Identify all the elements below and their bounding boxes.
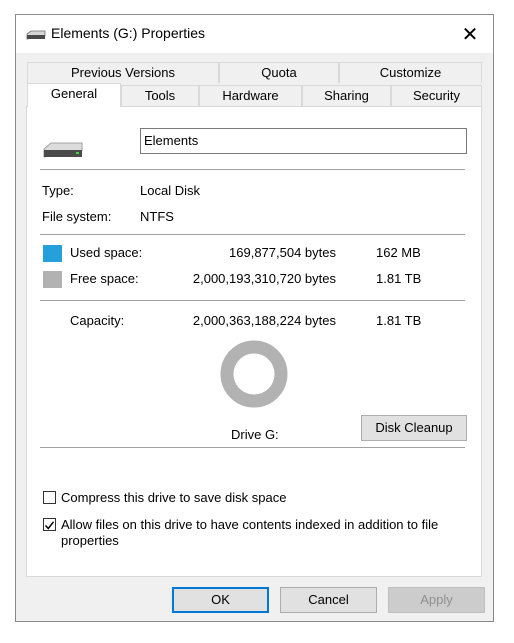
cancel-button[interactable]: Cancel xyxy=(280,587,377,613)
drive-icon xyxy=(43,142,83,158)
index-label-line2: properties xyxy=(61,533,119,548)
tab-sharing[interactable]: Sharing xyxy=(302,85,391,106)
free-space-swatch xyxy=(43,271,62,288)
type-value: Local Disk xyxy=(140,183,200,198)
type-label: Type: xyxy=(42,183,74,198)
properties-window: Elements (G:) Properties ✕ Previous Vers… xyxy=(15,14,494,622)
index-label-line1: Allow files on this drive to have conten… xyxy=(61,517,439,532)
disk-cleanup-button[interactable]: Disk Cleanup xyxy=(361,415,467,441)
tab-security[interactable]: Security xyxy=(391,85,482,106)
tab-previous-versions[interactable]: Previous Versions xyxy=(27,62,219,83)
compress-checkbox[interactable] xyxy=(43,491,56,504)
tab-hardware[interactable]: Hardware xyxy=(199,85,302,106)
used-space-size: 162 MB xyxy=(376,245,421,260)
close-button[interactable]: ✕ xyxy=(447,15,493,53)
free-space-label: Free space: xyxy=(70,271,139,286)
close-icon: ✕ xyxy=(461,23,479,46)
divider xyxy=(40,300,465,301)
ok-button[interactable]: OK xyxy=(172,587,269,613)
tab-general[interactable]: General xyxy=(27,83,121,107)
divider xyxy=(40,447,465,448)
capacity-label: Capacity: xyxy=(70,313,125,328)
used-space-label: Used space: xyxy=(70,245,143,260)
divider xyxy=(40,169,465,170)
compress-label: Compress this drive to save disk space xyxy=(61,490,287,505)
free-space-ring xyxy=(220,340,288,408)
drive-icon xyxy=(26,30,46,40)
capacity-bytes: 2,000,363,188,224 bytes xyxy=(192,313,336,328)
file-system-label: File system: xyxy=(42,209,112,224)
used-space-bytes: 169,877,504 bytes xyxy=(229,245,336,260)
drive-name-input[interactable]: Elements xyxy=(140,128,467,154)
free-space-bytes: 2,000,193,310,720 bytes xyxy=(192,271,336,286)
tab-quota[interactable]: Quota xyxy=(219,62,339,83)
window-title: Elements (G:) Properties xyxy=(51,25,206,41)
file-system-value: NTFS xyxy=(140,209,174,224)
title-bar: Elements (G:) Properties ✕ xyxy=(16,15,493,53)
tab-tools[interactable]: Tools xyxy=(121,85,199,106)
divider xyxy=(40,234,465,235)
usage-donut-chart xyxy=(220,340,288,408)
drive-letter-label: Drive G: xyxy=(231,427,279,442)
free-space-size: 1.81 TB xyxy=(376,271,422,286)
apply-button[interactable]: Apply xyxy=(388,587,485,613)
used-space-swatch xyxy=(43,245,62,262)
checkmark-icon xyxy=(44,521,55,530)
index-checkbox[interactable] xyxy=(43,518,56,531)
capacity-size: 1.81 TB xyxy=(376,313,422,328)
tab-customize[interactable]: Customize xyxy=(339,62,482,83)
